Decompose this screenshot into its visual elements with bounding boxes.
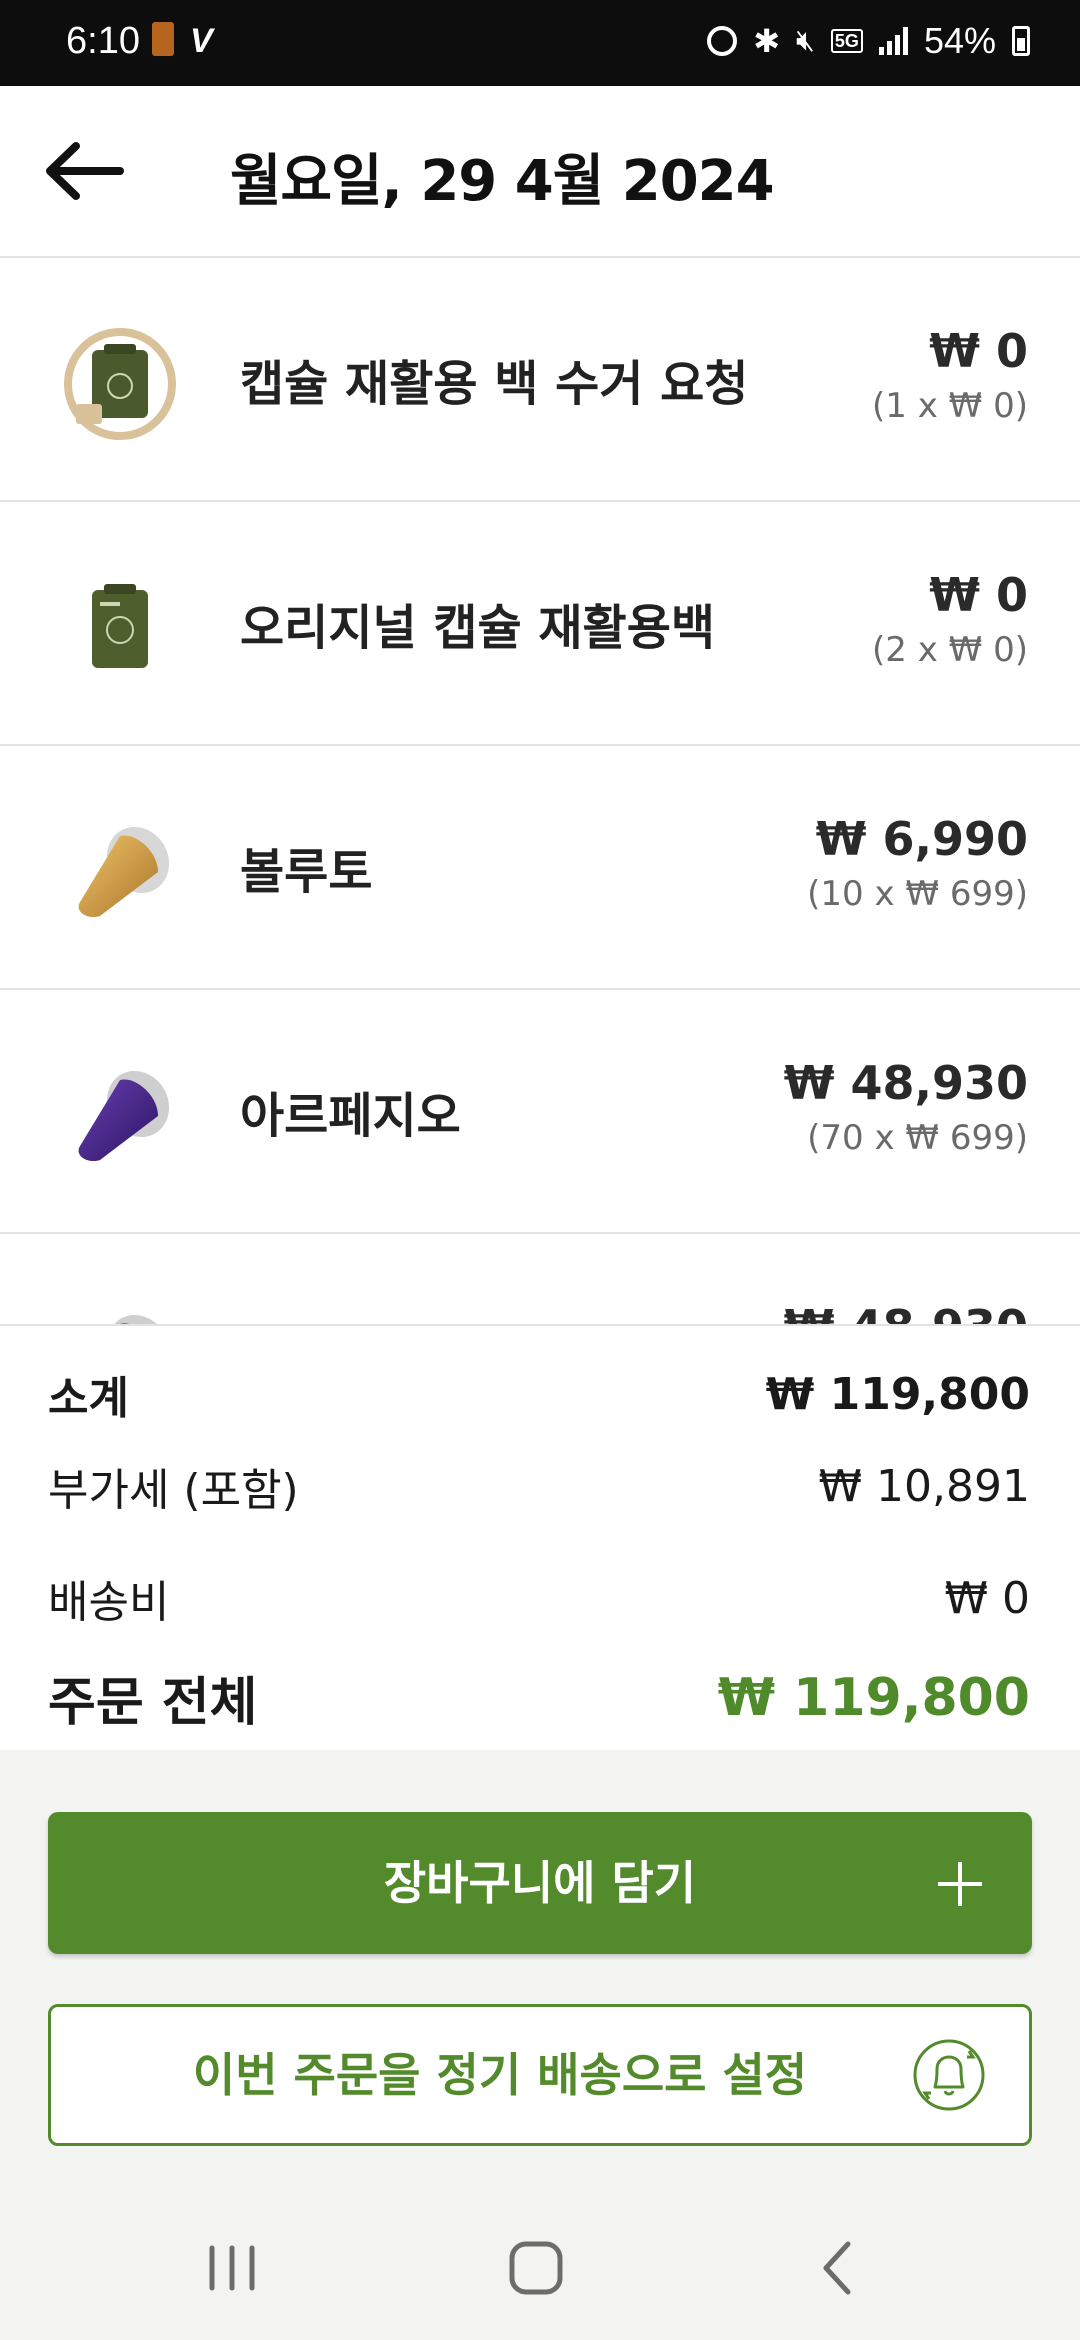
list-item[interactable]: ₩ 48,930 bbox=[0, 1234, 1080, 1324]
recycle-bag-pickup-icon bbox=[64, 328, 176, 440]
mute-icon: 🔇︎ bbox=[796, 24, 815, 57]
v-app-icon: V bbox=[190, 22, 213, 60]
status-left-icons: V bbox=[152, 22, 213, 61]
plus-icon bbox=[938, 1862, 982, 1906]
item-total: ₩ 48,930 bbox=[783, 1056, 1028, 1110]
item-name: 캡슐 재활용 백 수거 요청 bbox=[240, 356, 749, 412]
add-to-cart-button[interactable]: 장바구니에 담기 bbox=[48, 1812, 1032, 1954]
system-back-button[interactable] bbox=[802, 2236, 882, 2300]
black-capsule-icon bbox=[106, 1314, 170, 1324]
item-unit-price: (2 x ₩ 0) bbox=[872, 630, 1028, 670]
chevron-left-icon bbox=[823, 2241, 851, 2295]
order-summary: 소계 ₩ 119,800 부가세 (포함) ₩ 10,891 배송비 ₩ 0 주… bbox=[0, 1324, 1080, 1752]
back-button[interactable] bbox=[40, 136, 130, 206]
battery-icon bbox=[1012, 26, 1030, 56]
item-price: ₩ 0 (2 x ₩ 0) bbox=[872, 568, 1028, 670]
item-unit-price: (10 x ₩ 699) bbox=[807, 874, 1028, 914]
gold-capsule-icon bbox=[78, 826, 170, 918]
subscription-label: 이번 주문을 정기 배송으로 설정 bbox=[192, 2048, 808, 2102]
item-name: 볼루토 bbox=[240, 844, 373, 900]
item-total: ₩ 6,990 bbox=[815, 812, 1028, 866]
recurring-bell-icon bbox=[913, 2039, 985, 2111]
list-item[interactable]: 아르페지오 ₩ 48,930 (70 x ₩ 699) bbox=[0, 990, 1080, 1234]
action-area: 장바구니에 담기 이번 주문을 정기 배송으로 설정 bbox=[0, 1750, 1080, 2196]
order-total-row: 주문 전체 ₩ 119,800 bbox=[48, 1660, 1030, 1735]
order-total-value: ₩ 119,800 bbox=[717, 1667, 1030, 1728]
recent-apps-icon bbox=[209, 2245, 255, 2291]
alarm-icon bbox=[707, 26, 738, 56]
item-price: ₩ 48,930 (70 x ₩ 699) bbox=[784, 1056, 1028, 1158]
order-item-list[interactable]: 캡슐 재활용 백 수거 요청 ₩ 0 (1 x ₩ 0) 오리지널 캡슐 재활용… bbox=[0, 258, 1080, 1324]
status-bar: 6:10 V ✱ 🔇︎ 5G 54% bbox=[0, 0, 1080, 86]
door-app-icon bbox=[152, 22, 174, 56]
home-icon bbox=[509, 2241, 563, 2295]
item-price: ₩ 6,990 (10 x ₩ 699) bbox=[807, 812, 1028, 914]
signal-icon bbox=[878, 27, 908, 55]
arrow-left-icon bbox=[46, 142, 124, 200]
shipping-value: ₩ 0 bbox=[944, 1572, 1031, 1624]
system-nav-bar bbox=[0, 2196, 1080, 2340]
list-item[interactable]: 볼루토 ₩ 6,990 (10 x ₩ 699) bbox=[0, 746, 1080, 990]
purple-capsule-icon bbox=[78, 1070, 170, 1162]
home-button[interactable] bbox=[498, 2236, 578, 2300]
recycle-bag-icon bbox=[92, 584, 148, 668]
battery-percent: 54% bbox=[923, 20, 996, 61]
shipping-row: 배송비 ₩ 0 bbox=[48, 1566, 1030, 1630]
item-unit-price: (70 x ₩ 699) bbox=[807, 1118, 1028, 1158]
shipping-label: 배송비 bbox=[48, 1577, 170, 1628]
recent-apps-button[interactable] bbox=[192, 2236, 272, 2300]
vat-row: 부가세 (포함) ₩ 10,891 bbox=[48, 1454, 1030, 1518]
list-item[interactable]: 오리지널 캡슐 재활용백 ₩ 0 (2 x ₩ 0) bbox=[0, 502, 1080, 746]
item-price: ₩ 48,930 bbox=[784, 1300, 1028, 1324]
item-unit-price: (1 x ₩ 0) bbox=[872, 386, 1028, 426]
network-5g-icon: 5G bbox=[830, 29, 863, 53]
item-total: ₩ 48,930 bbox=[784, 1300, 1028, 1324]
subtotal-row: 소계 ₩ 119,800 bbox=[48, 1362, 1030, 1426]
item-price: ₩ 0 (1 x ₩ 0) bbox=[872, 324, 1028, 426]
subtotal-value: ₩ 119,800 bbox=[765, 1368, 1030, 1420]
status-right-icons: ✱ 🔇︎ 5G 54% bbox=[707, 20, 1030, 62]
header: 월요일, 29 4월 2024 bbox=[0, 86, 1080, 258]
item-total: ₩ 0 bbox=[929, 568, 1028, 622]
order-total-label: 주문 전체 bbox=[48, 1673, 258, 1733]
add-to-cart-label: 장바구니에 담기 bbox=[383, 1856, 697, 1910]
page-title: 월요일, 29 4월 2024 bbox=[230, 149, 775, 214]
vat-value: ₩ 10,891 bbox=[818, 1460, 1030, 1512]
status-time: 6:10 bbox=[66, 20, 140, 62]
bluetooth-icon: ✱ bbox=[753, 23, 781, 59]
item-name: 오리지널 캡슐 재활용백 bbox=[240, 600, 716, 656]
list-item[interactable]: 캡슐 재활용 백 수거 요청 ₩ 0 (1 x ₩ 0) bbox=[0, 258, 1080, 502]
subtotal-label: 소계 bbox=[48, 1373, 129, 1424]
vat-label: 부가세 (포함) bbox=[48, 1465, 299, 1516]
item-name: 아르페지오 bbox=[240, 1088, 461, 1144]
item-total: ₩ 0 bbox=[929, 324, 1028, 378]
subscription-button[interactable]: 이번 주문을 정기 배송으로 설정 bbox=[48, 2004, 1032, 2146]
